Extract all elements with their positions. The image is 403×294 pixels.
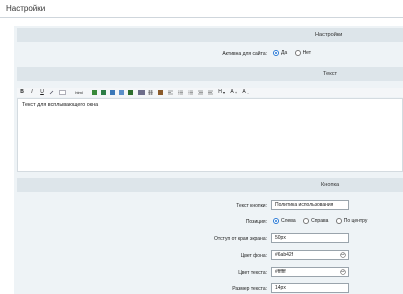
- section-title: Текст: [323, 71, 338, 77]
- radio-center[interactable]: [335, 218, 342, 224]
- position-option-center[interactable]: По центру: [335, 218, 367, 224]
- table-icon[interactable]: [110, 90, 115, 95]
- list-icon[interactable]: [188, 90, 193, 95]
- color-picker-icon[interactable]: [340, 252, 346, 258]
- section-header-settings: Настройки: [17, 28, 403, 42]
- divider: [0, 17, 403, 18]
- minus-icon: -: [247, 90, 249, 95]
- table-icon[interactable]: [92, 90, 97, 95]
- bold-button[interactable]: B: [19, 89, 25, 96]
- bg-color-input[interactable]: #6ab42f: [271, 250, 349, 260]
- font-size-input[interactable]: 14px: [271, 283, 349, 293]
- heading-dropdown-icon[interactable]: ▾: [222, 89, 226, 96]
- section-header-button: Кнопка: [17, 178, 403, 192]
- section-header-text: Текст: [17, 67, 403, 81]
- table-icon[interactable]: [148, 90, 153, 95]
- radio-no[interactable]: [294, 50, 301, 56]
- offset-input[interactable]: 50px: [271, 233, 349, 243]
- text-color-input[interactable]: #ffffff: [271, 267, 349, 277]
- text-color-label: Цвет текста:: [238, 270, 267, 276]
- position-radio-group: Слева Справа По центру: [273, 218, 373, 224]
- radio-right[interactable]: [303, 218, 310, 224]
- active-option-yes[interactable]: Да: [273, 50, 289, 56]
- bg-color-label: Цвет фона:: [240, 253, 267, 259]
- button-text-input[interactable]: Политика использования: [271, 200, 349, 210]
- position-option-left[interactable]: Слева: [273, 218, 297, 224]
- position-option-right[interactable]: Справа: [303, 218, 330, 224]
- section-title: Кнопка: [321, 182, 340, 188]
- table-icon[interactable]: [101, 90, 106, 95]
- align-icon[interactable]: [208, 90, 213, 95]
- table-icon[interactable]: [158, 90, 163, 95]
- align-icon[interactable]: [168, 90, 173, 95]
- italic-button[interactable]: I: [29, 89, 35, 96]
- color-picker-icon[interactable]: [340, 269, 346, 275]
- link-icon[interactable]: [49, 90, 54, 95]
- offset-label: Отступ от края экрана:: [214, 236, 267, 242]
- plus-icon: +: [234, 90, 238, 95]
- radio-left[interactable]: [273, 218, 279, 224]
- underline-button[interactable]: U: [39, 89, 45, 96]
- image-icon[interactable]: [138, 90, 145, 95]
- list-icon[interactable]: [178, 90, 183, 95]
- editor-toolbar: B I U html H ▾ A + A -: [17, 88, 403, 97]
- table-icon[interactable]: [128, 90, 133, 95]
- html-button[interactable]: html: [73, 89, 85, 96]
- image-icon[interactable]: [59, 90, 66, 95]
- active-option-no[interactable]: Нет: [294, 50, 311, 56]
- active-radio-group: Да Нет: [273, 50, 317, 56]
- page-title: Настройки: [6, 4, 46, 13]
- image-icon[interactable]: [119, 90, 124, 95]
- editor-content[interactable]: Текст для всплывающего окна: [22, 102, 98, 108]
- font-size-label: Размер текста:: [232, 286, 267, 292]
- active-label: Активна для сайта:: [222, 51, 267, 57]
- position-label: Позиция:: [245, 219, 267, 225]
- section-title: Настройки: [315, 32, 343, 38]
- align-icon[interactable]: [198, 90, 203, 95]
- button-text-label: Текст кнопки:: [236, 203, 267, 209]
- radio-yes[interactable]: [273, 50, 279, 56]
- popup-text-editor[interactable]: Текст для всплывающего окна: [17, 98, 403, 172]
